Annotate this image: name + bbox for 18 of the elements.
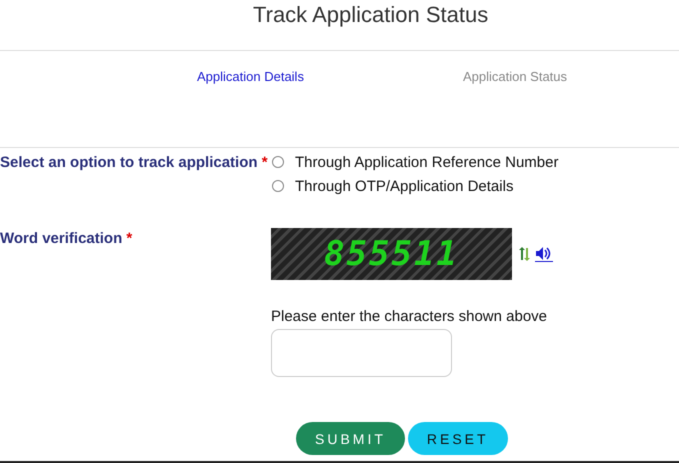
radio-option[interactable]: Through OTP/Application Details xyxy=(271,174,558,198)
speaker-icon[interactable] xyxy=(535,246,553,262)
captcha-image: 855511 xyxy=(271,228,512,280)
radio-button[interactable] xyxy=(272,156,284,168)
refresh-icon[interactable] xyxy=(518,246,532,262)
tab[interactable]: Application Details xyxy=(197,69,304,85)
radio-option[interactable]: Through Application Reference Number xyxy=(271,150,558,174)
field-label: Select an option to track application * xyxy=(0,153,269,173)
field-label: Word verification * xyxy=(0,229,134,249)
radio-button[interactable] xyxy=(272,180,284,192)
captcha-prompt: Please enter the characters shown above xyxy=(271,308,548,325)
page-title: Track Application Status xyxy=(0,0,679,51)
option-label: Through OTP/Application Details xyxy=(295,178,514,194)
tab[interactable]: Application Status xyxy=(462,69,568,85)
reset-button[interactable]: RESET xyxy=(408,422,508,455)
submit-button[interactable]: SUBMIT xyxy=(296,422,405,455)
option-label: Through Application Reference Number xyxy=(295,154,558,170)
captcha-input[interactable] xyxy=(271,329,452,377)
